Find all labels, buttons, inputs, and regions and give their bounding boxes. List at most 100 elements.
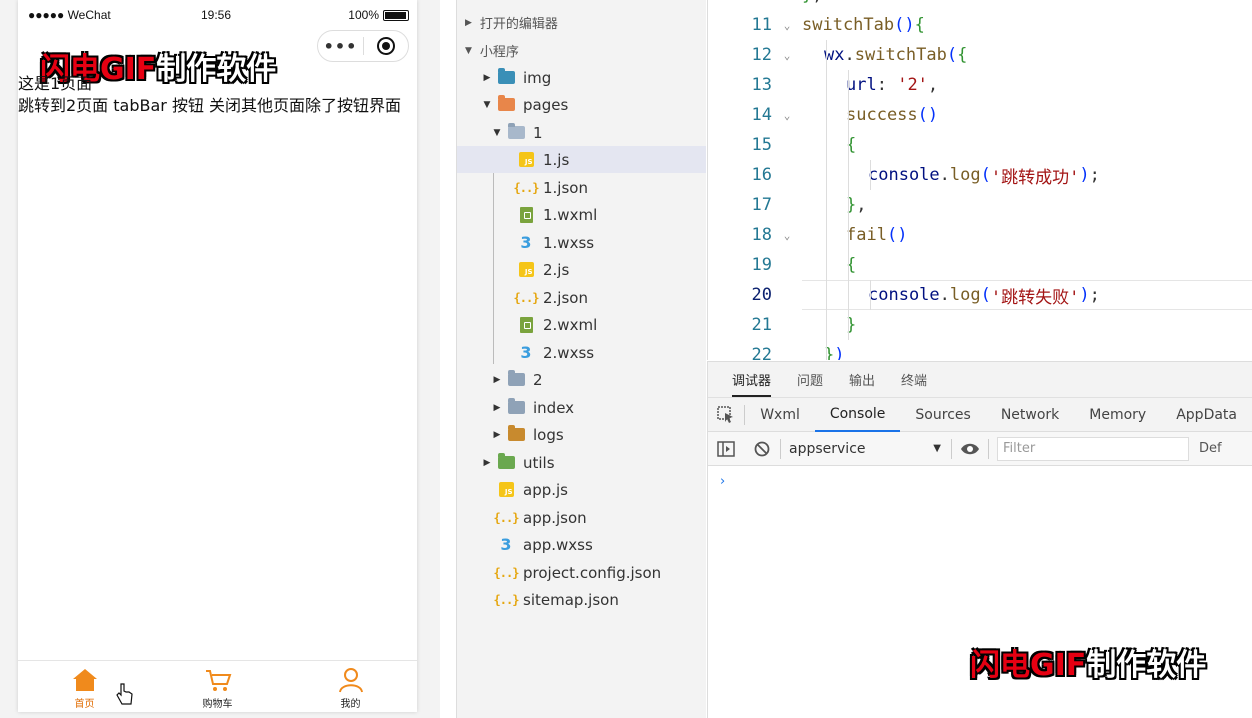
tab-label: 首页 <box>74 699 95 710</box>
code-line[interactable]: 21} <box>708 310 1252 340</box>
tab-problems[interactable]: 问题 <box>797 370 823 389</box>
switch-tab-button[interactable]: 跳转到2页面 tabBar 按钮 关闭其他页面除了按钮界面 <box>18 95 408 117</box>
tab-appdata[interactable]: AppData <box>1161 398 1252 432</box>
filter-input[interactable]: Filter <box>997 436 1189 461</box>
chevron-down-icon[interactable]: ▼ <box>481 100 493 110</box>
tree-item-label: 2.wxml <box>543 315 598 334</box>
tree-item[interactable]: {..} app.json <box>457 504 706 531</box>
tree-item[interactable]: {..} project.config.json <box>457 559 706 586</box>
tree-item-label: 2.json <box>543 288 588 307</box>
code-line[interactable]: 19 { <box>708 250 1252 280</box>
code-line[interactable]: 17}, <box>708 190 1252 220</box>
tree-item[interactable]: 3 1.wxss <box>457 229 706 256</box>
tree-item[interactable]: 3 app.wxss <box>457 531 706 558</box>
tree-item[interactable]: ▶ logs <box>457 421 706 448</box>
tab-terminal[interactable]: 终端 <box>901 370 927 389</box>
tab-sources[interactable]: Sources <box>900 398 985 432</box>
chevron-right-icon[interactable]: ▶ <box>491 430 503 440</box>
eye-icon <box>961 443 979 454</box>
code-line[interactable]: 16 console. log('跳转成功'); <box>708 160 1252 190</box>
tree-item[interactable]: 2.wxml <box>457 311 706 338</box>
json-icon: {..} <box>493 565 520 580</box>
open-editors-section[interactable]: ▶ 打开的编辑器 <box>457 9 706 36</box>
close-mini-program-button[interactable] <box>364 37 408 55</box>
dropdown-arrow-icon: ▼ <box>933 443 941 454</box>
folder-logs-icon <box>507 425 525 443</box>
wxss-icon: 3 <box>520 233 532 252</box>
code-text: wx. switchTab({ <box>824 45 968 65</box>
tree-item[interactable]: ▼ pages <box>457 91 706 118</box>
target-icon <box>376 37 395 55</box>
line-number: 11 <box>751 15 772 35</box>
json-icon: {..} <box>513 180 540 195</box>
chevron-right-icon[interactable]: ▶ <box>491 403 503 413</box>
tree-item[interactable]: 1.wxml <box>457 201 706 228</box>
console-output[interactable]: › <box>708 466 1252 497</box>
context-select[interactable]: appservice ▼ <box>781 441 951 457</box>
toggle-sidebar-button[interactable] <box>708 432 744 466</box>
chevron-right-icon[interactable]: ▶ <box>491 375 503 385</box>
caret-down-icon: ▼ <box>465 45 472 56</box>
code-line[interactable]: 11 ⌄ switchTab(){ <box>708 10 1252 40</box>
tree-item[interactable]: {..} 2.json <box>457 284 706 311</box>
fold-chevron-icon[interactable]: ⌄ <box>772 109 802 122</box>
home-icon <box>72 669 97 691</box>
live-expression-button[interactable] <box>952 432 988 466</box>
tree-item[interactable]: {..} 1.json <box>457 174 706 201</box>
tree-item[interactable]: ▶ 2 <box>457 366 706 393</box>
tree-item[interactable]: {..} sitemap.json <box>457 586 706 613</box>
code-editor[interactable]: 10},11⌄switchTab(){12⌄wx.switchTab({13ur… <box>707 0 1252 360</box>
tab-network[interactable]: Network <box>986 398 1074 432</box>
js-icon: JS <box>517 262 535 278</box>
code-text: { <box>846 255 857 275</box>
more-button[interactable]: ••• <box>318 37 363 56</box>
code-line[interactable]: 14 ⌄ success() <box>708 100 1252 130</box>
log-levels-dropdown[interactable]: Def <box>1199 441 1222 456</box>
code-text: { <box>846 135 857 155</box>
chevron-right-icon[interactable]: ▶ <box>481 73 493 83</box>
clear-console-button[interactable] <box>744 432 780 466</box>
line-number: 21 <box>751 315 772 335</box>
hand-cursor-icon <box>116 683 133 705</box>
inspect-element-icon[interactable] <box>708 404 746 425</box>
caret-right-icon: ▶ <box>465 17 472 28</box>
fold-chevron-icon[interactable]: ⌄ <box>772 19 802 32</box>
tree-item[interactable]: ▼ 1 <box>457 119 706 146</box>
code-line[interactable]: 22}) <box>708 340 1252 360</box>
simulator-panel: ●●●●● WeChat 19:56 100% ••• 闪电GIF制作软件 这是… <box>0 0 440 718</box>
project-section[interactable]: ▼ 小程序 <box>457 37 706 64</box>
code-line[interactable]: 10}, <box>708 0 1252 10</box>
chevron-right-icon[interactable]: ▶ <box>481 458 493 468</box>
code-line[interactable]: 20 console. log('跳转失败'); <box>708 280 1252 310</box>
tree-item-label: 1 <box>533 123 543 142</box>
code-line[interactable]: 18 ⌄ fail() <box>708 220 1252 250</box>
tab-bar: 首页 购物车 我的 <box>18 660 417 712</box>
chevron-down-icon[interactable]: ▼ <box>491 128 503 138</box>
tree-item[interactable]: ▶ img <box>457 64 706 91</box>
tab-wxml[interactable]: Wxml <box>745 398 815 432</box>
wxml-icon <box>517 206 535 223</box>
js-icon: JS <box>517 152 535 168</box>
code-line[interactable]: 13 url: '2', <box>708 70 1252 100</box>
tree-item-label: app.json <box>523 508 587 527</box>
code-line[interactable]: 12 ⌄ wx. switchTab({ <box>708 40 1252 70</box>
code-line[interactable]: 15 { <box>708 130 1252 160</box>
tab-output[interactable]: 输出 <box>849 370 875 389</box>
fold-chevron-icon[interactable]: ⌄ <box>772 229 802 242</box>
tab-mine[interactable]: 我的 <box>284 661 417 712</box>
tree-item[interactable]: JS 2.js <box>457 256 706 283</box>
tree-item[interactable]: 3 2.wxss <box>457 339 706 366</box>
cart-icon <box>205 670 231 691</box>
tab-memory[interactable]: Memory <box>1074 398 1161 432</box>
tree-item[interactable]: ▶ utils <box>457 449 706 476</box>
battery-percent: 100% <box>348 8 379 22</box>
tab-debugger[interactable]: 调试器 <box>732 370 772 397</box>
tree-item[interactable]: ▶ index <box>457 394 706 421</box>
user-icon <box>338 668 363 693</box>
fold-chevron-icon[interactable]: ⌄ <box>772 49 802 62</box>
tree-item[interactable]: JS 1.js <box>457 146 706 173</box>
tree-item[interactable]: JS app.js <box>457 476 706 503</box>
tab-console[interactable]: Console <box>814 398 901 432</box>
tab-cart[interactable]: 购物车 <box>151 661 284 712</box>
line-number: 10 <box>708 0 772 5</box>
